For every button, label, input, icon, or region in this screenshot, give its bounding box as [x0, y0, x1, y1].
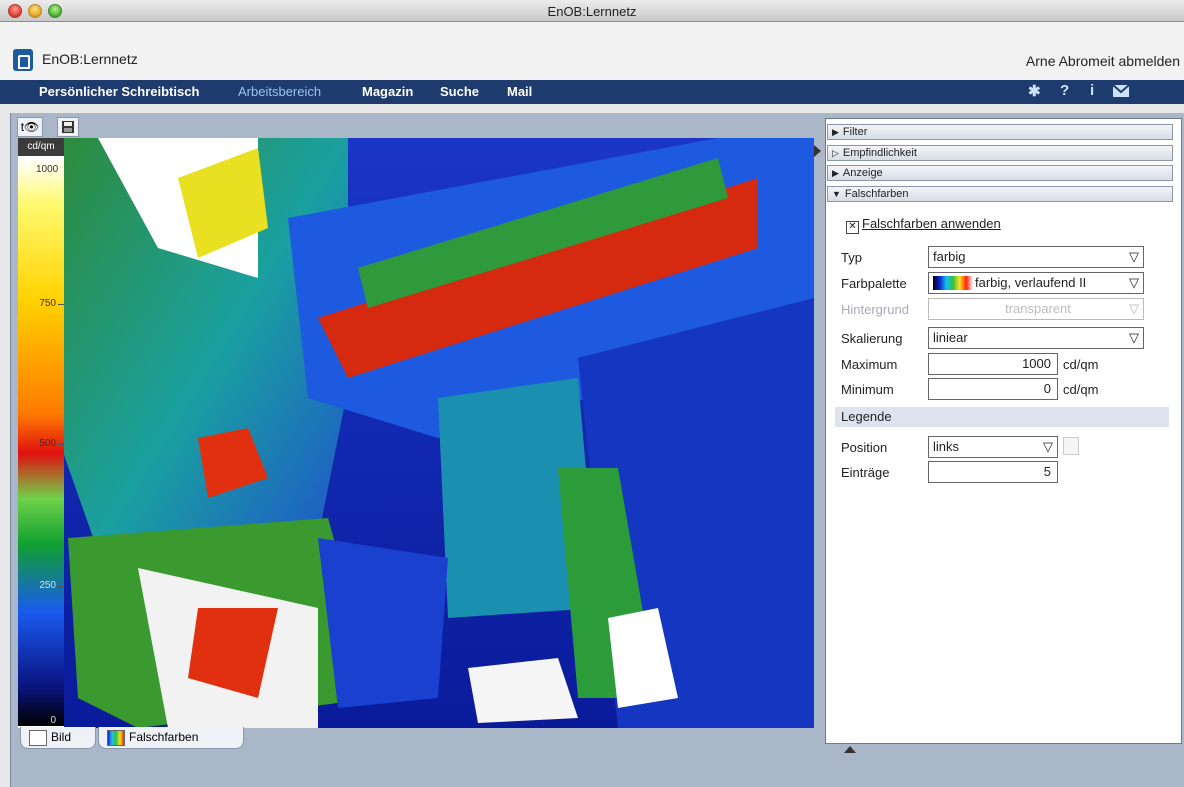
window-title: EnOB:Lernnetz — [547, 4, 637, 19]
palette-swatch-icon — [933, 276, 973, 290]
section-filter[interactable]: ▶ Filter — [827, 124, 1173, 140]
dropdown-arrow-icon: ▽ — [1043, 439, 1053, 454]
section-filter-label: Filter — [842, 126, 868, 138]
position-select[interactable]: links ▽ — [928, 436, 1058, 458]
eintraege-label: Einträge — [841, 465, 890, 480]
legend-label: 250 — [39, 580, 56, 591]
copy-icon[interactable] — [1063, 437, 1079, 455]
enob-logo-icon[interactable] — [13, 49, 33, 71]
nav-arbeitsbereich[interactable]: Arbeitsbereich — [238, 84, 321, 99]
maximum-input[interactable]: 1000 — [928, 353, 1058, 375]
apply-falsecolor-checkbox[interactable]: ✕ Falschfarben anwenden — [846, 216, 1001, 234]
logout-link[interactable]: Arne Abromeit abmelden — [1026, 53, 1180, 69]
settings-panel — [825, 118, 1182, 744]
nav-suche[interactable]: Suche — [440, 84, 479, 99]
legend-label-max: 1000 — [36, 164, 59, 175]
mail-icon[interactable] — [1112, 84, 1130, 102]
nav-persoenlicher-schreibtisch[interactable]: Persönlicher Schreibtisch — [39, 84, 199, 99]
image-icon — [29, 730, 47, 746]
skalierung-label: Skalierung — [841, 331, 903, 346]
apply-falsecolor-label: Falschfarben anwenden — [862, 216, 1001, 231]
legend-tick — [58, 304, 64, 305]
collapse-panel-arrow-icon[interactable] — [814, 145, 821, 157]
help-icon[interactable]: ? — [1060, 82, 1069, 99]
triangle-down-icon: ▼ — [832, 189, 841, 199]
legende-section-header: Legende — [835, 407, 1169, 427]
section-empfindlichkeit-label: Empfindlichkeit — [842, 147, 917, 159]
maximum-unit: cd/qm — [1063, 357, 1099, 372]
triangle-right-icon: ▶ — [832, 168, 839, 178]
dropdown-arrow-icon: ▽ — [1129, 275, 1139, 290]
tab-bild-label: Bild — [51, 730, 72, 744]
dropdown-arrow-icon: ▽ — [1129, 301, 1139, 316]
info-icon[interactable]: i — [1090, 82, 1094, 99]
hintergrund-select: transparent ▽ — [928, 298, 1144, 320]
position-label: Position — [841, 440, 888, 455]
checkbox-checked-icon: ✕ — [846, 221, 859, 234]
section-empfindlichkeit[interactable]: ▷ Empfindlichkeit — [827, 145, 1173, 161]
triangle-right-outline-icon: ▷ — [832, 148, 839, 158]
falsecolor-icon — [107, 730, 125, 746]
hintergrund-value: transparent — [1005, 301, 1071, 316]
gear-icon[interactable]: ✱ — [1028, 82, 1041, 100]
section-falschfarben[interactable]: ▼ Falschfarben — [827, 186, 1173, 202]
color-legend: cd/qm 1000 750 500 250 0 — [18, 138, 64, 728]
typ-select[interactable]: farbig ▽ — [928, 246, 1144, 268]
section-anzeige-label: Anzeige — [842, 167, 883, 179]
nav-magazin[interactable]: Magazin — [362, 84, 413, 99]
legend-tick — [58, 444, 64, 445]
typ-value: farbig — [933, 249, 966, 264]
minimum-label: Minimum — [841, 382, 894, 397]
app-name: EnOB:Lernnetz — [42, 51, 138, 67]
expand-up-arrow-icon[interactable] — [844, 746, 856, 753]
section-anzeige[interactable]: ▶ Anzeige — [827, 165, 1173, 181]
minimum-unit: cd/qm — [1063, 382, 1099, 397]
falsecolor-image[interactable] — [18, 138, 814, 728]
legend-unit: cd/qm — [18, 138, 64, 156]
app-header — [0, 22, 1184, 82]
eintraege-input[interactable]: 5 — [928, 461, 1058, 483]
save-icon[interactable] — [57, 117, 79, 137]
farbpalette-label: Farbpalette — [841, 276, 907, 291]
legend-label: 500 — [39, 438, 56, 449]
legend-tick — [58, 586, 64, 587]
dropdown-arrow-icon: ▽ — [1129, 249, 1139, 264]
maximum-label: Maximum — [841, 357, 898, 372]
legend-label-min: 0 — [50, 715, 56, 726]
nav-mail[interactable]: Mail — [507, 84, 532, 99]
tab-falschfarben-label: Falschfarben — [129, 730, 199, 744]
eye-icon[interactable]: t👁 — [17, 117, 43, 137]
legend-label: 750 — [39, 298, 56, 309]
minimum-input[interactable]: 0 — [928, 378, 1058, 400]
skalierung-select[interactable]: liniear ▽ — [928, 327, 1144, 349]
dropdown-arrow-icon: ▽ — [1129, 330, 1139, 345]
position-value: links — [933, 439, 960, 454]
farbpalette-value: farbig, verlaufend II — [975, 275, 1087, 290]
tab-falschfarben[interactable]: Falschfarben — [98, 727, 244, 749]
section-falschfarben-label: Falschfarben — [844, 188, 909, 200]
hintergrund-label: Hintergrund — [841, 302, 909, 317]
typ-label: Typ — [841, 250, 862, 265]
tab-bild[interactable]: Bild — [20, 727, 96, 749]
farbpalette-select[interactable]: farbig, verlaufend II ▽ — [928, 272, 1144, 294]
skalierung-value: liniear — [933, 330, 968, 345]
triangle-right-icon: ▶ — [832, 127, 839, 137]
